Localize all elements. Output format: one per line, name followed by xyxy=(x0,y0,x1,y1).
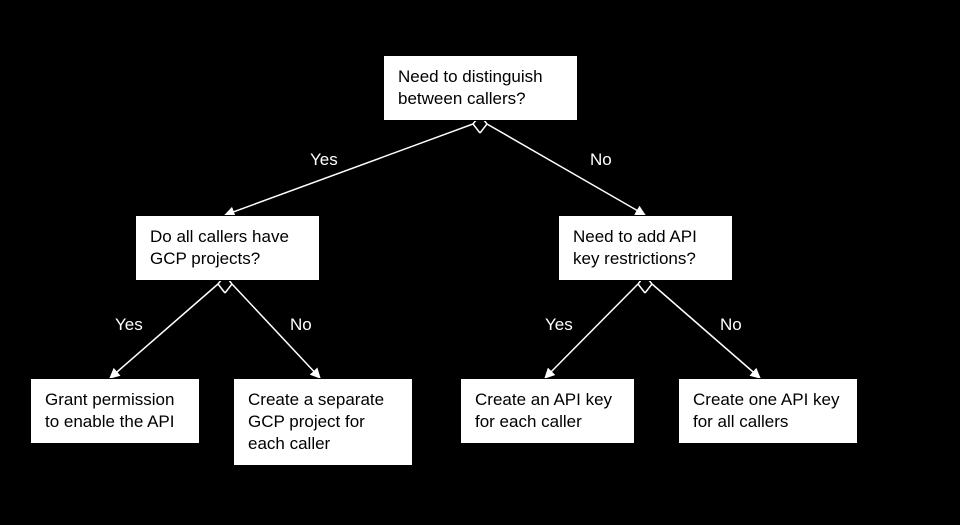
node-leaf-lr: Create a separate GCP project for each c… xyxy=(233,378,413,466)
edge-label-left1-l: Yes xyxy=(115,315,143,335)
node-leaf-ll-text: Grant permission to enable the API xyxy=(45,390,175,431)
node-root-text: Need to distinguish between callers? xyxy=(398,67,543,108)
node-right1: Need to add API key restrictions? xyxy=(558,215,733,281)
edge-label-root-right: No xyxy=(590,150,612,170)
node-leaf-rl-text: Create an API key for each caller xyxy=(475,390,612,431)
node-root: Need to distinguish between callers? xyxy=(383,55,578,121)
node-leaf-ll: Grant permission to enable the API xyxy=(30,378,200,444)
node-leaf-rl: Create an API key for each caller xyxy=(460,378,635,444)
edge-label-left1-r: No xyxy=(290,315,312,335)
edge-label-right1-r: No xyxy=(720,315,742,335)
edge-label-right1-l: Yes xyxy=(545,315,573,335)
node-leaf-lr-text: Create a separate GCP project for each c… xyxy=(248,390,384,453)
node-left1-text: Do all callers have GCP projects? xyxy=(150,227,289,268)
node-leaf-rr-text: Create one API key for all callers xyxy=(693,390,839,431)
edge-label-root-left: Yes xyxy=(310,150,338,170)
node-leaf-rr: Create one API key for all callers xyxy=(678,378,858,444)
node-right1-text: Need to add API key restrictions? xyxy=(573,227,697,268)
node-left1: Do all callers have GCP projects? xyxy=(135,215,320,281)
